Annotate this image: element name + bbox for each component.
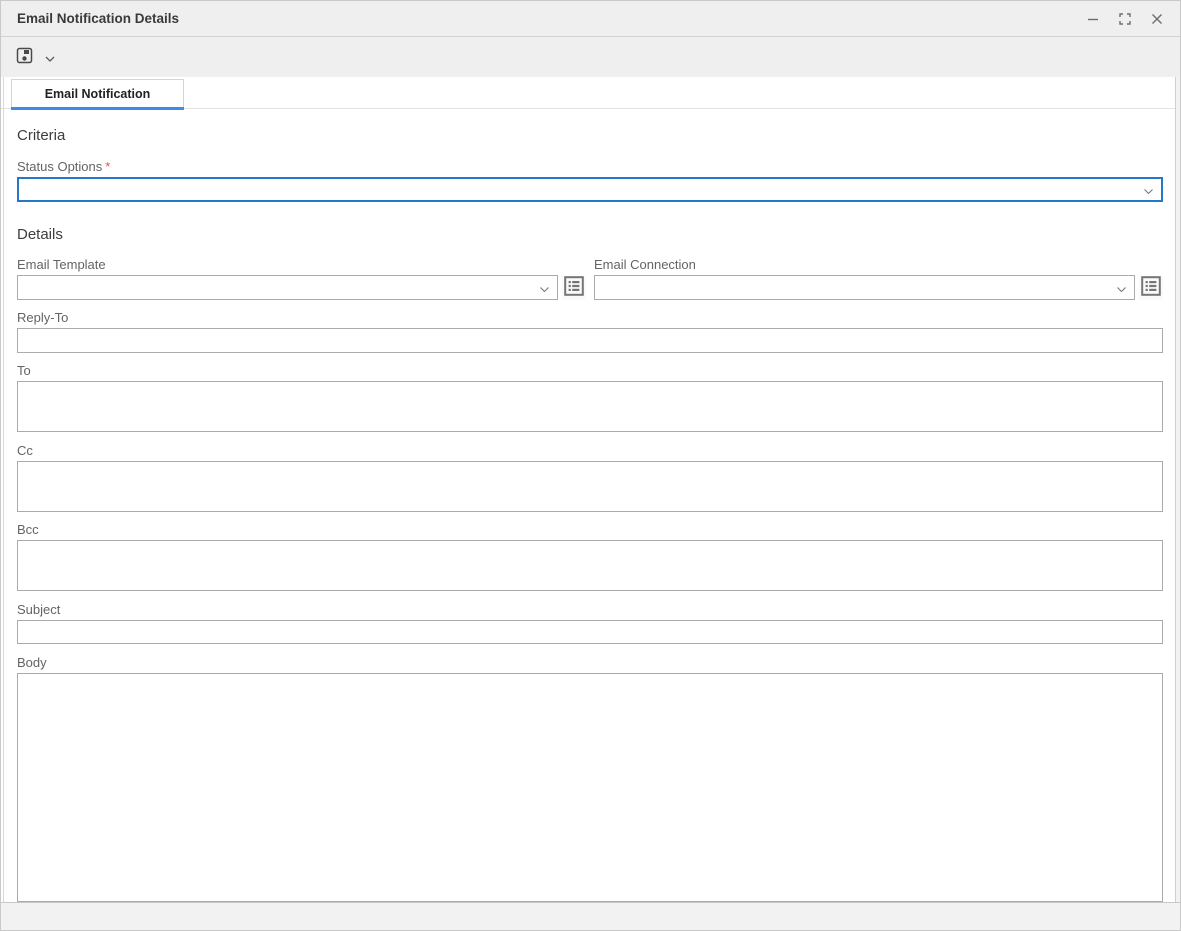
details-section-heading: Details — [17, 227, 1163, 243]
email-template-browse-button[interactable] — [562, 276, 586, 300]
window-controls — [1080, 7, 1170, 31]
status-options-label: Status Options* — [17, 159, 1163, 174]
email-connection-label: Email Connection — [594, 257, 1163, 272]
chevron-down-icon — [1117, 279, 1126, 297]
criteria-section-heading: Criteria — [17, 128, 1163, 144]
close-icon — [1151, 13, 1163, 25]
email-notification-details-window: Email Notification Details — [0, 0, 1181, 931]
body-label: Body — [17, 655, 1163, 670]
email-template-label: Email Template — [17, 257, 586, 272]
active-tab-indicator — [11, 107, 184, 110]
bcc-textarea[interactable] — [17, 540, 1163, 591]
tab-bar: Email Notification — [1, 77, 1180, 109]
window-right-border — [1175, 77, 1180, 902]
subject-label: Subject — [17, 602, 1163, 617]
minimize-button[interactable] — [1080, 7, 1106, 31]
chevron-down-icon — [45, 50, 55, 65]
toolbar — [1, 37, 1180, 77]
body-textarea[interactable] — [17, 673, 1163, 902]
maximize-button[interactable] — [1112, 7, 1138, 31]
cc-label: Cc — [17, 443, 1163, 458]
cc-textarea[interactable] — [17, 461, 1163, 512]
status-options-select[interactable] — [17, 177, 1163, 202]
to-textarea[interactable] — [17, 381, 1163, 432]
save-options-dropdown-button[interactable] — [42, 47, 58, 68]
required-marker: * — [105, 159, 110, 174]
chevron-down-icon — [540, 279, 549, 297]
save-button[interactable] — [13, 44, 36, 70]
list-icon — [1140, 275, 1162, 300]
form-content: Criteria Status Options* Details Email T… — [1, 128, 1180, 902]
email-template-select[interactable] — [17, 275, 558, 300]
list-icon — [563, 275, 585, 300]
maximize-icon — [1119, 13, 1131, 25]
window-footer — [1, 902, 1180, 930]
window-left-border — [3, 77, 4, 902]
title-bar: Email Notification Details — [1, 1, 1180, 37]
reply-to-input[interactable] — [17, 328, 1163, 353]
reply-to-label: Reply-To — [17, 310, 1163, 325]
tab-label: Email Notification — [45, 87, 151, 101]
save-icon — [16, 47, 33, 67]
minimize-icon — [1087, 13, 1099, 25]
to-label: To — [17, 363, 1163, 378]
email-connection-select[interactable] — [594, 275, 1135, 300]
window-title: Email Notification Details — [17, 11, 1080, 26]
bcc-label: Bcc — [17, 522, 1163, 537]
subject-input[interactable] — [17, 620, 1163, 644]
close-button[interactable] — [1144, 7, 1170, 31]
tab-email-notification[interactable]: Email Notification — [11, 79, 184, 108]
email-connection-browse-button[interactable] — [1139, 276, 1163, 300]
chevron-down-icon — [1144, 181, 1153, 199]
